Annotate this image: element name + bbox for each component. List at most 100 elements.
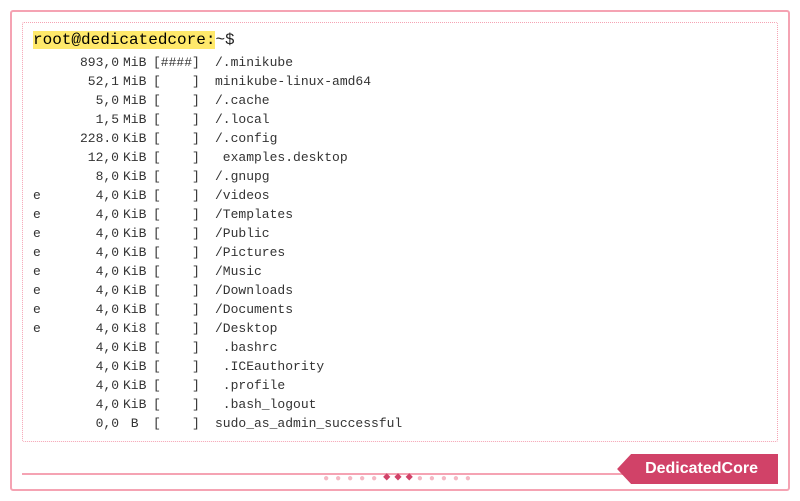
row-bar: [ ] (153, 262, 211, 281)
row-flag: e (33, 319, 55, 338)
row-name: examples.desktop (211, 148, 348, 167)
row-size: 4,0 (55, 376, 119, 395)
row-size: 5,0 (55, 91, 119, 110)
listing-row: 5,0MiB[ ]/.cache (33, 91, 767, 110)
terminal-panel[interactable]: root@dedicatedcore:~$ 893,0MiB[####]/.mi… (22, 22, 778, 442)
row-bar: [ ] (153, 414, 211, 433)
row-unit: KiB (119, 243, 153, 262)
row-unit: MiB (119, 72, 153, 91)
row-size: 893,0 (55, 53, 119, 72)
row-bar: [ ] (153, 129, 211, 148)
listing-row: e4,0KiB[ ]/Templates (33, 205, 767, 224)
row-unit: KiB (119, 129, 153, 148)
row-name: .bashrc (211, 338, 277, 357)
row-unit: KiB (119, 300, 153, 319)
row-unit: KiB (119, 205, 153, 224)
row-size: 4,0 (55, 186, 119, 205)
row-unit: KiB (119, 224, 153, 243)
row-flag (33, 110, 55, 129)
row-flag (33, 376, 55, 395)
listing-row: 228.0KiB[ ]/.config (33, 129, 767, 148)
listing-row: 4,0KiB[ ] .bashrc (33, 338, 767, 357)
row-bar: [ ] (153, 167, 211, 186)
row-size: 4,0 (55, 319, 119, 338)
row-flag (33, 91, 55, 110)
row-flag (33, 414, 55, 433)
listing-row: e4,0KiB[ ]/Downloads (33, 281, 767, 300)
listing-row: e4,0KiB[ ]/videos (33, 186, 767, 205)
row-name: /.minikube (211, 53, 293, 72)
brand-badge: DedicatedCore (617, 454, 778, 484)
row-name: /.gnupg (211, 167, 270, 186)
row-bar: [ ] (153, 205, 211, 224)
prompt-user-host: root@dedicatedcore: (33, 31, 215, 49)
row-size: 4,0 (55, 338, 119, 357)
row-unit: KiB (119, 167, 153, 186)
listing-row: e4,0KiB[ ]/Music (33, 262, 767, 281)
row-bar: [ ] (153, 338, 211, 357)
listing-row: 4,0KiB[ ] .profile (33, 376, 767, 395)
row-flag (33, 72, 55, 91)
row-size: 1,5 (55, 110, 119, 129)
listing-row: 52,1MiB[ ]minikube-linux-amd64 (33, 72, 767, 91)
row-bar: [ ] (153, 319, 211, 338)
row-name: sudo_as_admin_successful (211, 414, 402, 433)
row-bar: [ ] (153, 91, 211, 110)
row-unit: KiB (119, 338, 153, 357)
row-bar: [ ] (153, 110, 211, 129)
row-bar: [ ] (153, 186, 211, 205)
row-name: .ICEauthority (211, 357, 324, 376)
row-unit: MiB (119, 53, 153, 72)
row-size: 4,0 (55, 205, 119, 224)
row-flag: e (33, 186, 55, 205)
row-size: 4,0 (55, 224, 119, 243)
row-bar: [ ] (153, 243, 211, 262)
row-flag (33, 167, 55, 186)
listing-row: 893,0MiB[####]/.minikube (33, 53, 767, 72)
listing-row: 0,0 B [ ]sudo_as_admin_successful (33, 414, 767, 433)
row-unit: MiB (119, 110, 153, 129)
row-unit: Ki8 (119, 319, 153, 338)
row-name: /Pictures (211, 243, 285, 262)
row-bar: [####] (153, 53, 211, 72)
listing-row: e4,0KiB[ ]/Pictures (33, 243, 767, 262)
row-name: /Public (211, 224, 270, 243)
row-size: 4,0 (55, 281, 119, 300)
row-name: /Templates (211, 205, 293, 224)
row-unit: KiB (119, 148, 153, 167)
row-size: 4,0 (55, 357, 119, 376)
row-unit: KiB (119, 262, 153, 281)
row-flag: e (33, 243, 55, 262)
row-size: 4,0 (55, 395, 119, 414)
row-name: minikube-linux-amd64 (211, 72, 371, 91)
row-bar: [ ] (153, 376, 211, 395)
row-size: 4,0 (55, 243, 119, 262)
row-name: /Documents (211, 300, 293, 319)
listing-row: 12,0KiB[ ] examples.desktop (33, 148, 767, 167)
row-name: /Downloads (211, 281, 293, 300)
row-flag (33, 357, 55, 376)
listing-row: 4,0KiB[ ] .bash_logout (33, 395, 767, 414)
shell-prompt: root@dedicatedcore:~$ (33, 31, 235, 49)
row-bar: [ ] (153, 395, 211, 414)
row-flag: e (33, 300, 55, 319)
row-unit: KiB (119, 281, 153, 300)
row-size: 4,0 (55, 300, 119, 319)
row-flag (33, 395, 55, 414)
row-flag: e (33, 224, 55, 243)
row-size: 0,0 (55, 414, 119, 433)
row-size: 52,1 (55, 72, 119, 91)
row-bar: [ ] (153, 281, 211, 300)
row-flag (33, 53, 55, 72)
row-flag: e (33, 205, 55, 224)
row-unit: KiB (119, 357, 153, 376)
row-flag: e (33, 262, 55, 281)
row-bar: [ ] (153, 72, 211, 91)
row-flag (33, 148, 55, 167)
row-size: 8,0 (55, 167, 119, 186)
row-unit: KiB (119, 186, 153, 205)
row-name: /Music (211, 262, 262, 281)
row-flag (33, 129, 55, 148)
row-unit: B (119, 414, 153, 433)
listing-row: e4,0KiB[ ]/Documents (33, 300, 767, 319)
